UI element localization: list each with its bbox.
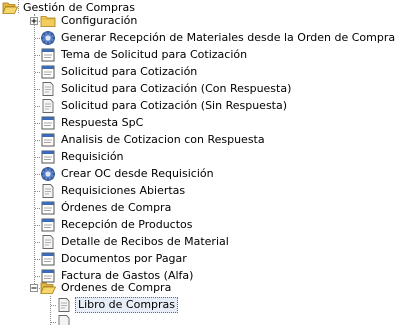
process-gear-icon xyxy=(40,30,56,46)
window-icon xyxy=(40,251,56,267)
tree-item-crear-oc-desde-requisicion[interactable]: Crear OC desde Requisición xyxy=(40,166,216,182)
tree-item-recepcion-productos[interactable]: Recepción de Productos xyxy=(40,217,195,233)
tree-item-label: Libro de Compras xyxy=(75,297,179,313)
tree-connector-level2 xyxy=(50,296,51,325)
tree-item-solicitud-cotizacion-con-respuesta[interactable]: Solicitud para Cotización (Con Respuesta… xyxy=(40,81,293,97)
tree-item-label: Analisis de Cotizacion con Respuesta xyxy=(61,133,265,146)
collapse-toggle-ordenes-de-compra[interactable] xyxy=(30,284,38,292)
window-icon xyxy=(40,115,56,131)
tree-item-label: Crear OC desde Requisición xyxy=(61,167,214,180)
tree-item-generar-recepcion-materiales[interactable]: Generar Recepción de Materiales desde la… xyxy=(40,30,397,46)
tree-item-label: Solicitud para Cotización (Sin Respuesta… xyxy=(61,99,288,112)
tree-item-label: Documentos por Pagar xyxy=(61,252,187,265)
tree-item-label: Órdenes de Compra xyxy=(61,201,172,214)
report-icon xyxy=(56,297,72,313)
menu-tree: Gestión de Compras Configuración Generar… xyxy=(0,0,400,325)
expand-toggle-configuracion[interactable] xyxy=(30,17,38,25)
tree-item-label: Requisiciones Abiertas xyxy=(61,184,186,197)
tree-item-requisicion[interactable]: Requisición xyxy=(40,149,126,165)
report-icon xyxy=(40,234,56,250)
report-icon xyxy=(40,183,56,199)
window-icon xyxy=(40,132,56,148)
tree-item-analisis-cotizacion[interactable]: Analisis de Cotizacion con Respuesta xyxy=(40,132,267,148)
tree-item-label: Configuración xyxy=(61,14,138,27)
window-icon xyxy=(40,217,56,233)
tree-item-label: Detalle de Recibos de Material xyxy=(61,235,229,248)
tree-item-configuracion[interactable]: Configuración xyxy=(40,13,139,29)
folder-open-icon xyxy=(2,0,19,16)
tree-item-respuesta-spc[interactable]: Respuesta SpC xyxy=(40,115,145,131)
tree-item-label: Generar Recepción de Materiales desde la… xyxy=(61,31,396,44)
window-icon xyxy=(40,200,56,216)
tree-item-libro-de-compras[interactable]: Libro de Compras xyxy=(56,297,179,313)
tree-item-solicitud-cotizacion[interactable]: Solicitud para Cotización xyxy=(40,64,199,80)
tree-item-documentos-por-pagar[interactable]: Documentos por Pagar xyxy=(40,251,189,267)
report-icon xyxy=(56,314,72,325)
tree-item-partial[interactable] xyxy=(56,314,72,325)
tree-item-label: Tema de Solicitud para Cotización xyxy=(61,48,248,61)
tree-item-ordenes-de-compra-window[interactable]: Órdenes de Compra xyxy=(40,200,173,216)
folder-open-icon xyxy=(40,280,57,296)
tree-item-detalle-recibos-material[interactable]: Detalle de Recibos de Material xyxy=(40,234,231,250)
window-icon xyxy=(40,47,56,63)
tree-item-label: Respuesta SpC xyxy=(61,116,144,129)
window-icon xyxy=(40,64,56,80)
tree-item-solicitud-cotizacion-sin-respuesta[interactable]: Solicitud para Cotización (Sin Respuesta… xyxy=(40,98,289,114)
tree-item-label: Requisición xyxy=(61,150,124,163)
report-icon xyxy=(40,98,56,114)
tree-item-label: Solicitud para Cotización (Con Respuesta… xyxy=(61,82,292,95)
tree-item-tema-solicitud-cotizacion[interactable]: Tema de Solicitud para Cotización xyxy=(40,47,249,63)
window-icon xyxy=(40,149,56,165)
report-icon xyxy=(40,81,56,97)
tree-item-label: Recepción de Productos xyxy=(61,218,193,231)
tree-item-label: Solicitud para Cotización xyxy=(61,65,198,78)
tree-item-label: Ordenes de Compra xyxy=(61,281,172,294)
folder-closed-icon xyxy=(40,13,56,29)
process-gear-icon xyxy=(40,166,56,182)
tree-item-ordenes-de-compra-folder[interactable]: Ordenes de Compra xyxy=(40,280,173,296)
tree-item-requisiciones-abiertas[interactable]: Requisiciones Abiertas xyxy=(40,183,187,199)
